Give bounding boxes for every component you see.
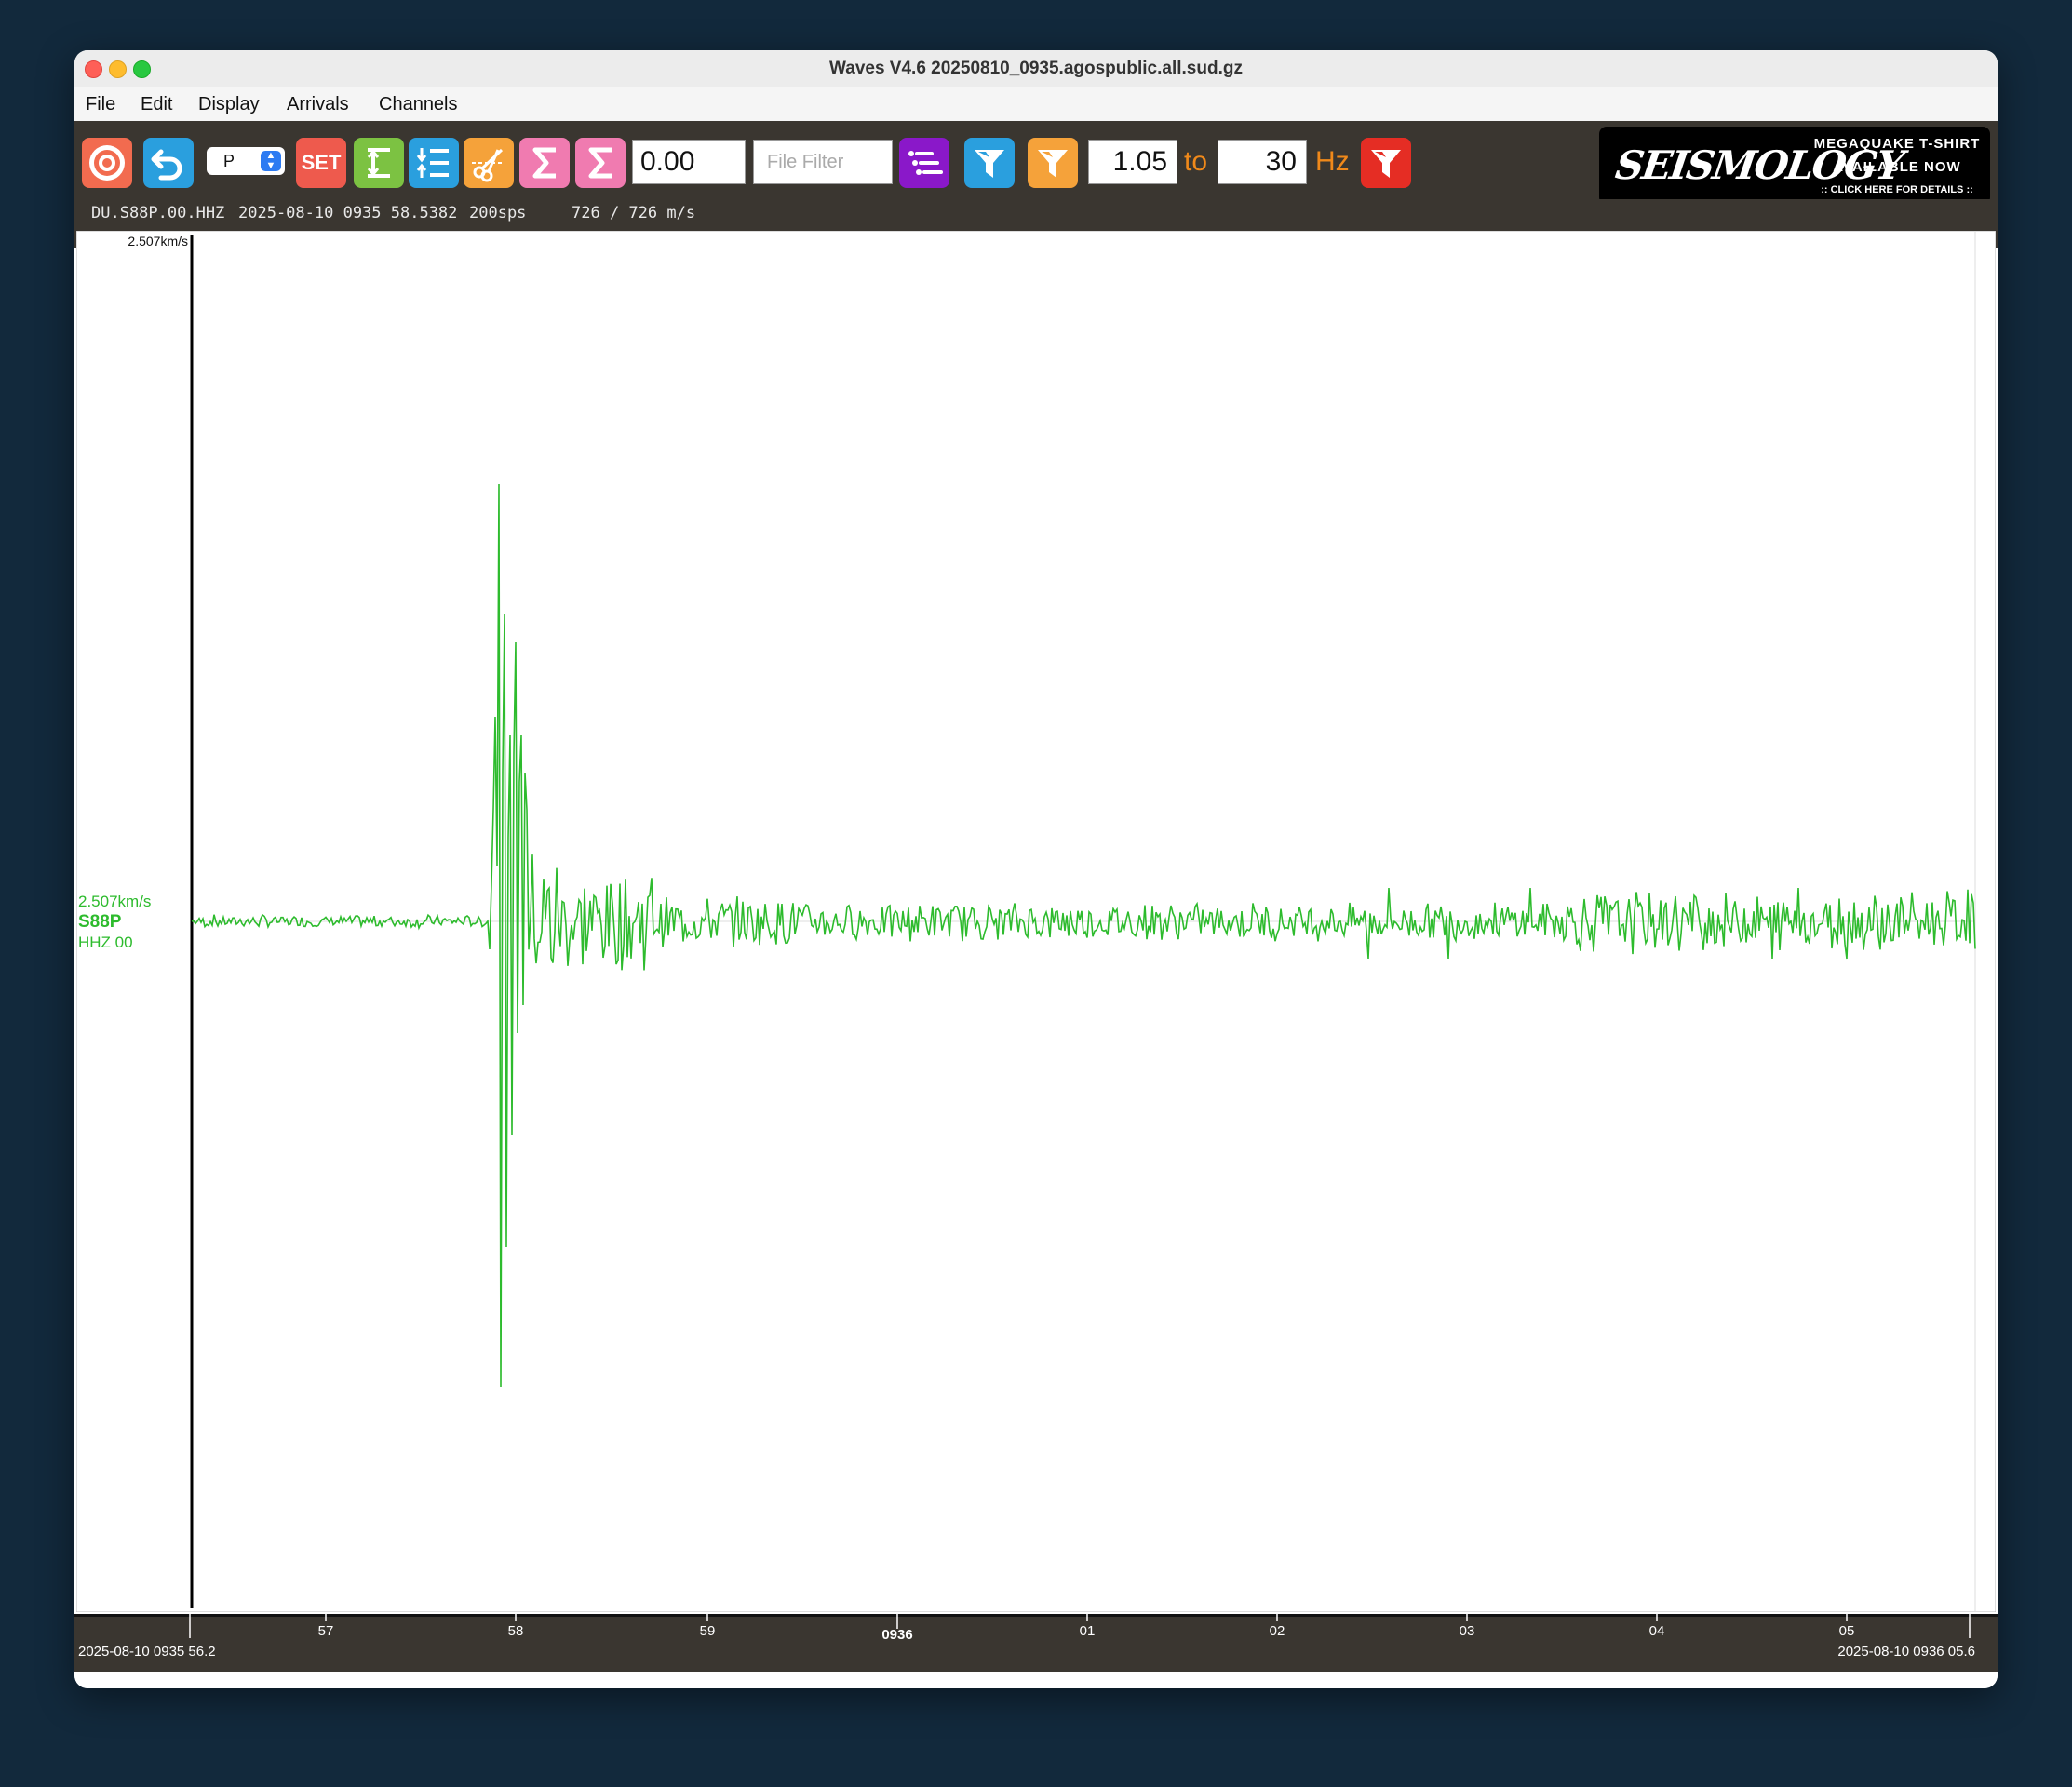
title-bar: Waves V4.6 20250810_0935.agospublic.all.…	[74, 50, 1998, 88]
filter-button-red[interactable]	[1361, 138, 1411, 188]
undo-button[interactable]	[143, 138, 194, 188]
menu-bar: File Edit Display Arrivals Channels	[74, 87, 1998, 122]
menu-edit[interactable]: Edit	[141, 87, 172, 121]
funnel-icon	[975, 150, 1004, 178]
filter-low-input[interactable]: 1.05	[1088, 140, 1177, 184]
set-label: SET	[301, 151, 342, 174]
sum-button[interactable]	[519, 138, 570, 188]
scale-left-label: 2.507km/s	[78, 893, 151, 910]
offset-input[interactable]: 0.00	[632, 140, 746, 184]
sort-list-icon	[416, 148, 449, 178]
hz-label: Hz	[1315, 146, 1350, 177]
filter-low-value: 1.05	[1112, 146, 1167, 177]
channel-label: HHZ 00	[78, 934, 133, 951]
trace-info-bar: DU.S88P.00.HHZ 2025-08-10 0935 58.5382 2…	[74, 199, 1998, 227]
resize-bar	[74, 1672, 1998, 1688]
target-button[interactable]	[82, 138, 132, 188]
filter-high-input[interactable]: 30	[1218, 140, 1307, 184]
set-button[interactable]: SET	[296, 138, 346, 188]
undo-icon	[151, 149, 182, 181]
phase-select[interactable]: P ▲ ▼	[207, 147, 285, 175]
toolbar: P ▲ ▼ SET 0.00 File Filter 1.05 to 30 Hz…	[74, 121, 1998, 248]
time-tick-label: 59	[699, 1623, 716, 1639]
ad-line-2: AVAILABLE NOW	[1833, 159, 1961, 175]
time-tick-label: 01	[1079, 1623, 1096, 1639]
ad-line-1: MEGAQUAKE T-SHIRT	[1813, 136, 1981, 152]
minimize-button[interactable]	[109, 60, 127, 78]
app-window: Waves V4.6 20250810_0935.agospublic.all.…	[74, 50, 1998, 1688]
time-tick-label: 57	[317, 1623, 334, 1639]
phase-select-value: P	[223, 152, 235, 170]
to-label: to	[1184, 146, 1208, 177]
ad-details-link[interactable]: :: CLICK HERE FOR DETAILS ::	[1809, 184, 1985, 195]
sample-rate: 200sps	[469, 204, 527, 222]
menu-file[interactable]: File	[86, 87, 115, 121]
funnel-icon	[1038, 150, 1068, 178]
vertical-scale-button[interactable]	[354, 138, 404, 188]
zoom-button[interactable]	[133, 60, 151, 78]
offset-value: 0.00	[640, 146, 695, 177]
time-start-label: 2025-08-10 0935 56.2	[78, 1644, 216, 1659]
list-filter-button[interactable]	[899, 138, 949, 188]
file-filter-input[interactable]: File Filter	[753, 140, 893, 184]
sort-list-button[interactable]	[409, 138, 459, 188]
time-axis: 2025-08-10 0935 56.2 2025-08-10 0936 05.…	[74, 1614, 1998, 1672]
channel-id: DU.S88P.00.HHZ	[91, 204, 225, 222]
time-tick-label: 05	[1838, 1623, 1855, 1639]
tshirt-ad-banner[interactable]: SEISMOLOGY MEGAQUAKE T-SHIRT AVAILABLE N…	[1599, 127, 1990, 205]
time-tick-label: 02	[1269, 1623, 1285, 1639]
time-end-label: 2025-08-10 0936 05.6	[1837, 1644, 1975, 1659]
menu-arrivals[interactable]: Arrivals	[287, 87, 349, 121]
time-tick-label: 0936	[881, 1627, 913, 1643]
time-axis-ticks	[74, 1614, 1998, 1638]
menu-channels[interactable]: Channels	[379, 87, 458, 121]
menu-display[interactable]: Display	[198, 87, 260, 121]
seismogram-plot[interactable]: 2.507km/s 2.507km/s S88P HHZ 00	[76, 231, 1996, 1612]
sigma-icon	[588, 147, 612, 179]
funnel-icon	[1371, 150, 1401, 178]
vertical-range-icon	[367, 148, 390, 178]
filter-button-blue[interactable]	[964, 138, 1015, 188]
target-icon	[89, 145, 125, 181]
time-tick-label: 58	[507, 1623, 524, 1639]
list-icon	[908, 151, 943, 175]
filter-button-orange[interactable]	[1028, 138, 1078, 188]
station-label[interactable]: S88P	[78, 912, 122, 932]
scissors-icon	[472, 148, 505, 182]
time-tick-label: 04	[1648, 1623, 1665, 1639]
sigma-icon	[532, 147, 556, 179]
time-tick-label: 03	[1459, 1623, 1475, 1639]
chevron-updown-icon: ▲ ▼	[261, 151, 281, 171]
cursor-timestamp: 2025-08-10 0935 58.5382	[238, 204, 458, 222]
sum-button-2[interactable]	[575, 138, 626, 188]
file-filter-placeholder: File Filter	[767, 152, 844, 172]
window-title: Waves V4.6 20250810_0935.agospublic.all.…	[829, 59, 1243, 78]
seismology-logo: SEISMOLOGY	[1612, 142, 1905, 188]
cut-button[interactable]	[464, 138, 514, 188]
velocity-readout: 726 / 726 m/s	[572, 204, 696, 222]
scale-top-label: 2.507km/s	[128, 234, 188, 249]
filter-high-value: 30	[1265, 146, 1297, 177]
close-button[interactable]	[85, 60, 102, 78]
